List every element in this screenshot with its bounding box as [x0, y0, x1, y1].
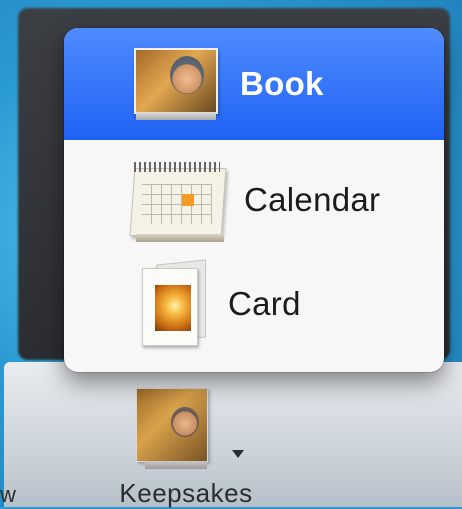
toolbar-partial-label: w: [0, 482, 16, 507]
keepsakes-popup-menu: Book Calendar Card: [64, 28, 444, 372]
menu-item-book[interactable]: Book: [64, 28, 444, 140]
keepsakes-label: Keepsakes: [119, 478, 253, 508]
photo-book-icon: [136, 388, 208, 469]
menu-item-label: Calendar: [244, 181, 381, 218]
menu-item-label: Card: [228, 285, 301, 322]
menu-item-calendar[interactable]: Calendar: [64, 144, 444, 256]
menu-item-card[interactable]: Card: [64, 248, 444, 360]
photo-book-icon: [134, 48, 218, 120]
menu-item-label: Book: [240, 65, 324, 102]
dropdown-arrow-icon[interactable]: [232, 450, 244, 458]
keepsakes-button[interactable]: Keepsakes: [100, 370, 272, 508]
calendar-icon: [128, 158, 228, 244]
photo-face: [171, 407, 199, 437]
greeting-card-icon: [138, 259, 208, 348]
